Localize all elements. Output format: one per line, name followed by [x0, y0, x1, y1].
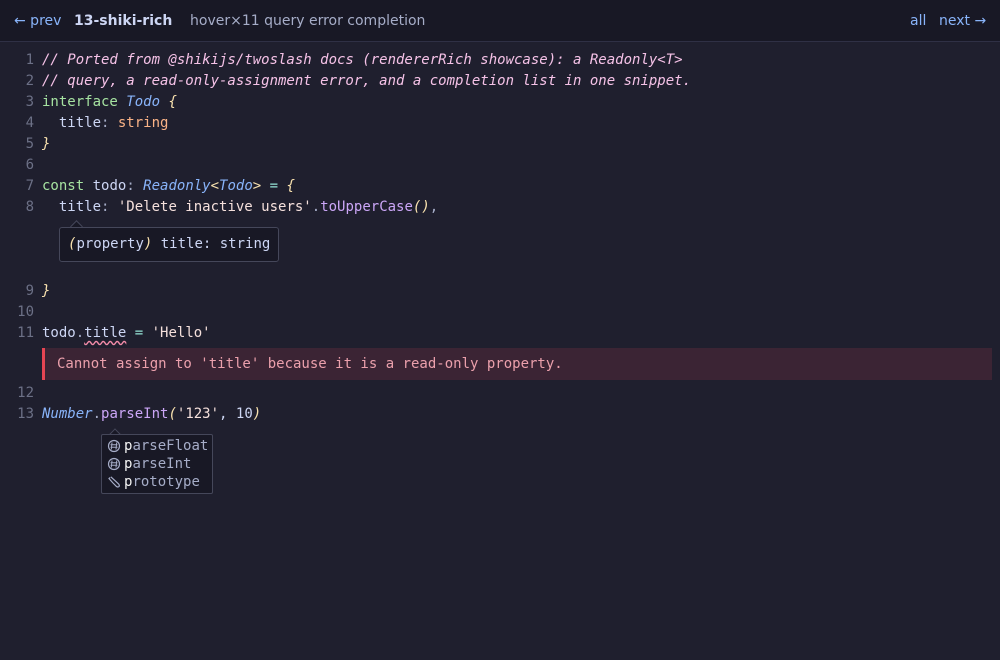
line-content: interface Todo {: [42, 92, 177, 113]
code-token: .: [92, 406, 102, 422]
line-number: 12: [17, 385, 34, 401]
code-line: 4 title: string: [0, 113, 1000, 134]
code-token: Todo: [219, 178, 253, 194]
code-line: 11 todo.title = 'Hello': [0, 323, 1000, 344]
line-content: todo.title = 'Hello': [42, 323, 211, 344]
line-content: title: string: [42, 113, 169, 134]
hover-signature: title: string: [152, 236, 271, 252]
error-message: Cannot assign to 'title' because it is a…: [42, 348, 992, 380]
line-content: const todo: Readonly<Todo> = {: [42, 176, 295, 197]
line-content: // Ported from @shikijs/twoslash docs (r…: [42, 50, 683, 71]
code-token: .: [75, 325, 85, 341]
code-token: // query, a read-only-assignment error, …: [42, 73, 692, 89]
code-line: 8 title: 'Delete inactive users'.toUpper…: [0, 197, 1000, 218]
code-line: 9}: [0, 281, 1000, 302]
line-number: 6: [25, 157, 34, 173]
code-token: interface: [42, 94, 118, 110]
line-number: 7: [25, 178, 34, 194]
code-token: '123': [176, 406, 220, 422]
completion-rest: rototype: [132, 474, 200, 490]
line-number: 13: [17, 406, 34, 422]
line-content: }: [42, 134, 50, 155]
code-token: :: [101, 199, 118, 215]
line-number: 8: [25, 199, 34, 215]
method-icon: [107, 457, 121, 471]
code-line: 12: [0, 383, 1000, 404]
completion-rest: arseFloat: [132, 438, 209, 454]
code-token: ): [252, 406, 262, 422]
completion-list: parseFloat parseInt prototype: [101, 434, 213, 494]
code-line: 2 // query, a read-only-assignment error,…: [0, 71, 1000, 92]
code-token: {: [168, 94, 177, 110]
wrench-icon: [107, 475, 121, 489]
code-line: 1 // Ported from @shikijs/twoslash docs (…: [0, 50, 1000, 71]
code-token: todo: [42, 325, 76, 341]
line-number: 5: [25, 136, 34, 152]
code-token: :: [126, 178, 144, 194]
code-line: 7 const todo: Readonly<Todo> = {: [0, 176, 1000, 197]
code-block: 1 // Ported from @shikijs/twoslash docs (…: [0, 0, 1000, 660]
code-token: >: [252, 178, 262, 194]
completion-label: prototype: [124, 473, 200, 491]
line-content: // query, a read-only-assignment error, …: [42, 71, 691, 92]
code-token: (): [412, 199, 430, 215]
line-number: 10: [17, 304, 34, 320]
code-line: 6: [0, 155, 1000, 176]
code-token: const: [42, 178, 85, 194]
code-token: }: [42, 283, 51, 299]
error-token: title: [84, 325, 127, 341]
code-line: 13 Number.parseInt('123', 10): [0, 404, 1000, 425]
line-number: 3: [25, 94, 34, 110]
code-token: ,: [429, 199, 439, 215]
completion-label: parseFloat: [124, 437, 208, 455]
code-token: }: [42, 136, 51, 152]
code-line: 3 interface Todo {: [0, 92, 1000, 113]
code-line: 10: [0, 302, 1000, 323]
code-token: =: [261, 178, 287, 194]
line-number: 9: [25, 283, 34, 299]
code-token: {: [286, 178, 295, 194]
line-number: 11: [17, 325, 34, 341]
code-token: (: [168, 406, 177, 422]
line-number: 2: [25, 73, 34, 89]
code-token: <: [210, 178, 220, 194]
code-token: :: [101, 115, 118, 131]
code-token: // Ported from @shikijs/twoslash docs (r…: [42, 52, 683, 68]
line-content: Number.parseInt('123', 10): [42, 404, 261, 425]
code-token: Number: [42, 406, 93, 422]
code-token: .: [311, 199, 321, 215]
code-token: Readonly: [143, 178, 211, 194]
line-content: title: 'Delete inactive users'.toUpperCa…: [42, 197, 438, 218]
code-token: toUpperCase: [320, 199, 413, 215]
completion-rest: arseInt: [132, 456, 192, 472]
hover-popup: (property) title: string: [59, 227, 280, 262]
code-token: parseInt: [101, 406, 169, 422]
method-icon: [107, 439, 121, 453]
code-line: 5}: [0, 134, 1000, 155]
code-token: title: [42, 115, 102, 131]
code-token: title: [42, 199, 102, 215]
code-token: Todo: [126, 94, 161, 110]
code-token: string: [117, 115, 169, 131]
line-content: }: [42, 281, 50, 302]
line-number: 4: [25, 115, 34, 131]
code-token: , 10: [219, 406, 253, 422]
completion-label: parseInt: [124, 455, 191, 473]
code-token: =: [126, 325, 152, 341]
line-number: 1: [25, 52, 34, 68]
hover-kind: property: [76, 236, 144, 252]
code-token: 'Delete inactive users': [117, 199, 312, 215]
code-token: 'Hello': [151, 325, 211, 341]
code-token: todo: [84, 178, 127, 194]
